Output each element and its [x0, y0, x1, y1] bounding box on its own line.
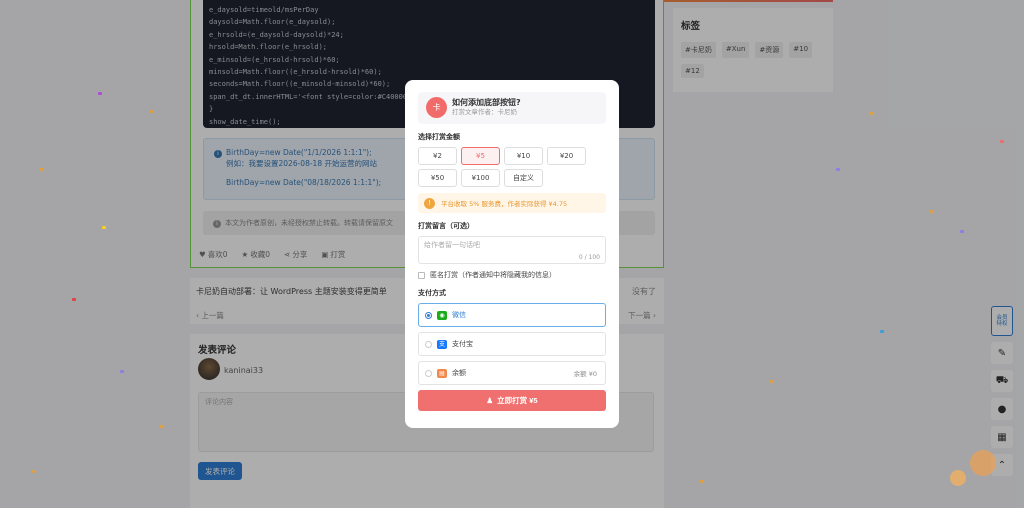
confetti-piece: [120, 370, 124, 373]
confetti-piece: [40, 168, 44, 171]
author-badge: 卡: [426, 97, 447, 118]
message-label: 打赏留言（可选）: [418, 222, 474, 230]
user-icon: ♟: [486, 396, 494, 405]
message-char-count: 0 / 100: [578, 254, 600, 261]
balance-label: 余额: [452, 369, 466, 377]
confetti-piece: [870, 112, 874, 115]
confetti-piece: [72, 298, 76, 301]
amount-option[interactable]: ¥100: [461, 169, 500, 187]
confetti-piece: [930, 210, 934, 213]
amount-option[interactable]: ¥50: [418, 169, 457, 187]
confetti-piece: [160, 425, 164, 428]
alipay-icon: 支: [437, 339, 447, 349]
confetti-piece: [880, 330, 884, 333]
pay-option-wechat[interactable]: ◉ 微信: [418, 303, 606, 327]
post-title: 如何添加底部按钮?: [452, 98, 521, 107]
reward-modal: 卡 如何添加底部按钮? 打赏文章作者：卡尼奶 选择打赏金额 ¥2 ¥5 ¥10 …: [405, 80, 619, 428]
amount-option-selected[interactable]: ¥5: [461, 147, 500, 165]
wechat-label: 微信: [452, 311, 466, 319]
payment-label: 支付方式: [418, 289, 446, 297]
alipay-label: 支付宝: [452, 340, 473, 348]
message-input[interactable]: 给作者留一句话吧 0 / 100: [418, 236, 606, 264]
pay-option-alipay[interactable]: 支 支付宝: [418, 332, 606, 356]
warning-icon: !: [424, 197, 435, 209]
confetti-piece: [1000, 140, 1004, 143]
amount-label: 选择打赏金额: [418, 133, 460, 141]
pay-now-label: 立即打赏 ¥5: [497, 396, 538, 405]
firework-burst: [950, 470, 966, 486]
anonymous-checkbox[interactable]: [418, 271, 425, 279]
pay-now-button[interactable]: ♟ 立即打赏 ¥5: [418, 390, 606, 411]
anonymous-label: 匿名打赏（作者通知中将隐藏我的信息）: [430, 271, 556, 279]
confetti-piece: [150, 110, 154, 113]
confetti-piece: [960, 230, 964, 233]
alipay-radio[interactable]: [425, 340, 432, 348]
amount-option[interactable]: ¥10: [504, 147, 543, 165]
anonymous-option[interactable]: 匿名打赏（作者通知中将隐藏我的信息）: [418, 270, 606, 280]
amount-option[interactable]: ¥2: [418, 147, 457, 165]
confetti-piece: [700, 480, 704, 483]
wallet-icon: ▤: [437, 368, 447, 378]
confetti-piece: [102, 226, 106, 229]
amount-options: ¥2 ¥5 ¥10 ¥20 ¥50 ¥100 自定义: [418, 147, 606, 187]
fee-note: ! 平台收取 5% 服务费，作者实际获得 ¥4.75: [418, 193, 606, 213]
modal-header: 卡 如何添加底部按钮? 打赏文章作者：卡尼奶: [418, 92, 606, 124]
amount-option[interactable]: ¥20: [547, 147, 586, 165]
post-author: 打赏文章作者：卡尼奶: [452, 108, 517, 116]
confetti-piece: [836, 168, 840, 171]
wechat-radio[interactable]: [425, 311, 432, 319]
pay-option-balance[interactable]: ▤ 余额 余额 ¥0: [418, 361, 606, 385]
message-placeholder: 给作者留一句话吧: [424, 241, 480, 249]
wechat-icon: ◉: [437, 310, 447, 320]
balance-amount: 余额 ¥0: [573, 370, 597, 378]
fee-note-text: 平台收取 5% 服务费，作者实际获得 ¥4.75: [441, 200, 568, 208]
amount-option-custom[interactable]: 自定义: [504, 169, 543, 187]
confetti-piece: [32, 470, 36, 473]
firework-burst: [970, 450, 996, 476]
confetti-piece: [98, 92, 102, 95]
confetti-piece: [770, 380, 774, 383]
balance-radio[interactable]: [425, 369, 432, 377]
